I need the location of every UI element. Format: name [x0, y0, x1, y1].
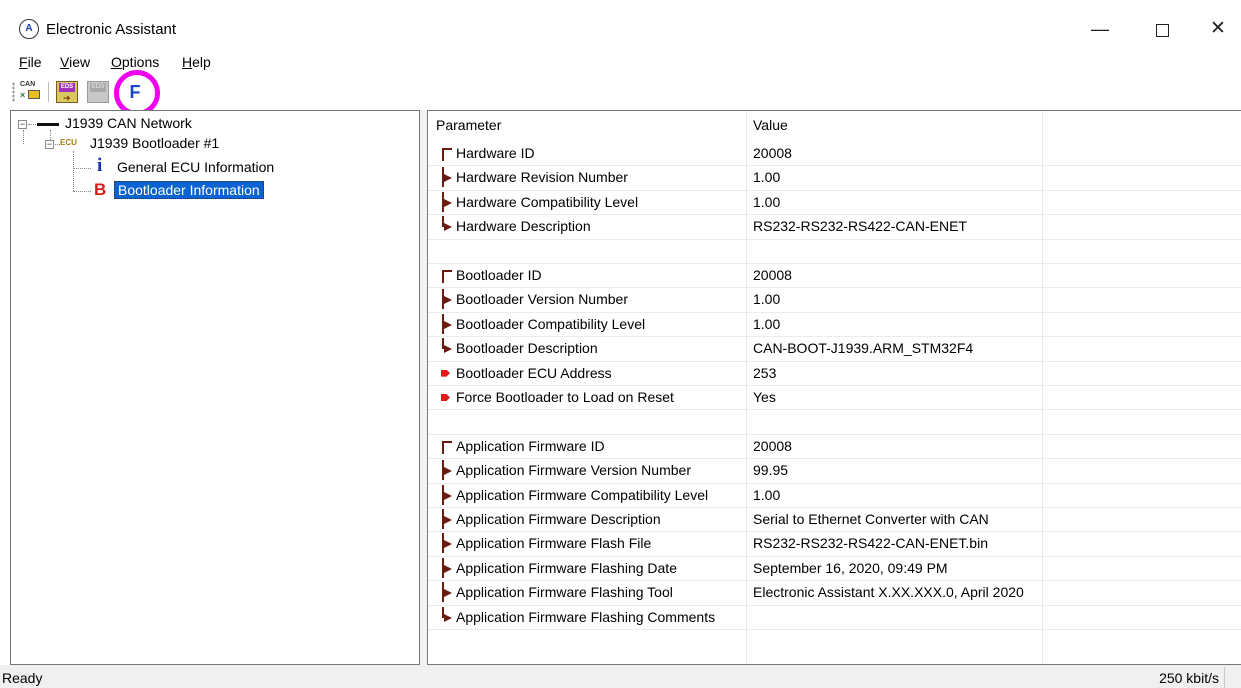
- window-title: Electronic Assistant: [46, 21, 177, 38]
- bitrate-indicator: 250 kbit/s: [1159, 670, 1219, 686]
- group-connector-icon: [440, 606, 454, 625]
- column-header-parameter[interactable]: Parameter: [436, 115, 501, 135]
- parameter-value[interactable]: 20008: [753, 436, 792, 456]
- parameter-name[interactable]: Force Bootloader to Load on Reset: [456, 387, 674, 407]
- parameter-value[interactable]: 1.00: [753, 289, 780, 309]
- parameter-name[interactable]: Hardware Revision Number: [456, 167, 628, 187]
- status-text: Ready: [2, 670, 43, 686]
- parameter-value[interactable]: CAN-BOOT-J1939.ARM_STM32F4: [753, 338, 973, 358]
- parameter-value[interactable]: Electronic Assistant X.XX.XXX.0, April 2…: [753, 582, 1024, 602]
- parameter-value[interactable]: 1.00: [753, 167, 780, 187]
- group-connector-icon: [440, 313, 454, 334]
- menu-bar: File View Options Help: [0, 50, 1241, 74]
- editable-marker-icon: [440, 389, 454, 405]
- group-connector-icon: [440, 167, 454, 188]
- group-connector-icon: [440, 484, 454, 505]
- network-icon: [37, 123, 59, 126]
- selected-label: Bootloader Information: [114, 181, 264, 199]
- group-connector-icon: [440, 557, 454, 578]
- group-connector-icon: [440, 533, 454, 554]
- parameter-name[interactable]: Application Firmware Compatibility Level: [456, 485, 708, 505]
- app-logo-icon: A: [19, 19, 39, 39]
- parameter-name[interactable]: Application Firmware Flash File: [456, 533, 651, 553]
- group-connector-icon: [440, 191, 454, 212]
- ecu-icon: ECU: [60, 138, 77, 147]
- can-network-button[interactable]: CAN ×: [20, 81, 42, 103]
- menu-help[interactable]: Help: [182, 54, 211, 70]
- parameter-name[interactable]: Bootloader ECU Address: [456, 363, 612, 383]
- parameter-value[interactable]: 1.00: [753, 314, 780, 334]
- tree-item-bootloader-info[interactable]: Bootloader Information: [114, 180, 264, 202]
- parameter-value[interactable]: 253: [753, 363, 776, 383]
- minimize-button[interactable]: —: [1080, 14, 1120, 44]
- group-connector-icon: [440, 582, 454, 603]
- group-connector-icon: [440, 438, 454, 454]
- load-eds-icon: EDS: [90, 83, 106, 92]
- ecu-tree: − J1939 CAN Network − ECU J1939 Bootload…: [10, 110, 420, 665]
- menu-view[interactable]: View: [60, 54, 90, 70]
- group-connector-icon: [440, 267, 454, 283]
- parameter-name[interactable]: Application Firmware Version Number: [456, 460, 691, 480]
- toolbar-separator: [48, 82, 49, 102]
- load-eds-button[interactable]: EDS: [87, 81, 109, 103]
- parameter-name[interactable]: Hardware ID: [456, 143, 535, 163]
- parameter-name[interactable]: Bootloader Description: [456, 338, 598, 358]
- toolbar: CAN × EDS ➜ EDS F: [10, 70, 1230, 116]
- parameter-value[interactable]: September 16, 2020, 09:49 PM: [753, 558, 948, 578]
- parameter-value[interactable]: RS232-RS232-RS422-CAN-ENET: [753, 216, 967, 236]
- collapse-ecu-icon[interactable]: −: [45, 140, 54, 149]
- collapse-network-icon[interactable]: −: [18, 120, 27, 129]
- parameter-value[interactable]: Yes: [753, 387, 776, 407]
- parameter-name[interactable]: Hardware Description: [456, 216, 591, 236]
- parameter-grid: Parameter Value Hardware ID 20008 Hardware…: [427, 110, 1241, 665]
- maximize-icon: [1155, 23, 1169, 37]
- group-connector-icon: [440, 509, 454, 529]
- group-connector-icon: [440, 216, 454, 234]
- save-eds-icon: EDS: [59, 83, 75, 92]
- panel-splitter[interactable]: [420, 110, 427, 665]
- parameter-name[interactable]: Application Firmware Flashing Date: [456, 558, 677, 578]
- parameter-name[interactable]: Bootloader ID: [456, 265, 542, 285]
- editable-marker-icon: [440, 365, 454, 381]
- bootloader-icon: B: [94, 180, 107, 199]
- group-connector-icon: [440, 289, 454, 310]
- toolbar-grip[interactable]: [12, 82, 15, 102]
- parameter-value[interactable]: Serial to Ethernet Converter with CAN: [753, 509, 989, 529]
- parameter-value[interactable]: 20008: [753, 265, 792, 285]
- title-bar: A Electronic Assistant — ✕: [0, 0, 1241, 44]
- parameter-value[interactable]: 1.00: [753, 192, 780, 212]
- parameter-name[interactable]: Hardware Compatibility Level: [456, 192, 638, 212]
- parameter-name[interactable]: Bootloader Version Number: [456, 289, 628, 309]
- parameter-name[interactable]: Application Firmware Flashing Tool: [456, 582, 673, 602]
- info-icon: i: [97, 155, 103, 176]
- group-connector-icon: [440, 145, 454, 161]
- parameter-value[interactable]: 99.95: [753, 460, 788, 480]
- parameter-value[interactable]: 20008: [753, 143, 792, 163]
- parameter-name[interactable]: Bootloader Compatibility Level: [456, 314, 645, 334]
- column-header-value[interactable]: Value: [753, 115, 788, 135]
- parameter-value[interactable]: RS232-RS232-RS422-CAN-ENET.bin: [753, 533, 988, 553]
- tree-item-general-ecu-info[interactable]: General ECU Information: [117, 157, 274, 179]
- group-connector-icon: [440, 460, 454, 481]
- can-network-icon: CAN: [20, 81, 36, 88]
- menu-options[interactable]: Options: [111, 54, 159, 70]
- tree-item-network[interactable]: J1939 CAN Network: [65, 113, 192, 135]
- parameter-name[interactable]: Application Firmware Description: [456, 509, 661, 529]
- parameter-name[interactable]: Application Firmware ID: [456, 436, 605, 456]
- maximize-button[interactable]: [1142, 14, 1182, 44]
- save-eds-button[interactable]: EDS ➜: [56, 81, 78, 103]
- menu-file[interactable]: File: [19, 54, 42, 70]
- parameter-value[interactable]: 1.00: [753, 485, 780, 505]
- close-button[interactable]: ✕: [1198, 14, 1238, 44]
- group-connector-icon: [440, 338, 454, 356]
- tree-item-ecu[interactable]: J1939 Bootloader #1: [90, 133, 219, 155]
- parameter-name[interactable]: Application Firmware Flashing Comments: [456, 607, 715, 627]
- status-bar: Ready 250 kbit/s: [0, 665, 1241, 688]
